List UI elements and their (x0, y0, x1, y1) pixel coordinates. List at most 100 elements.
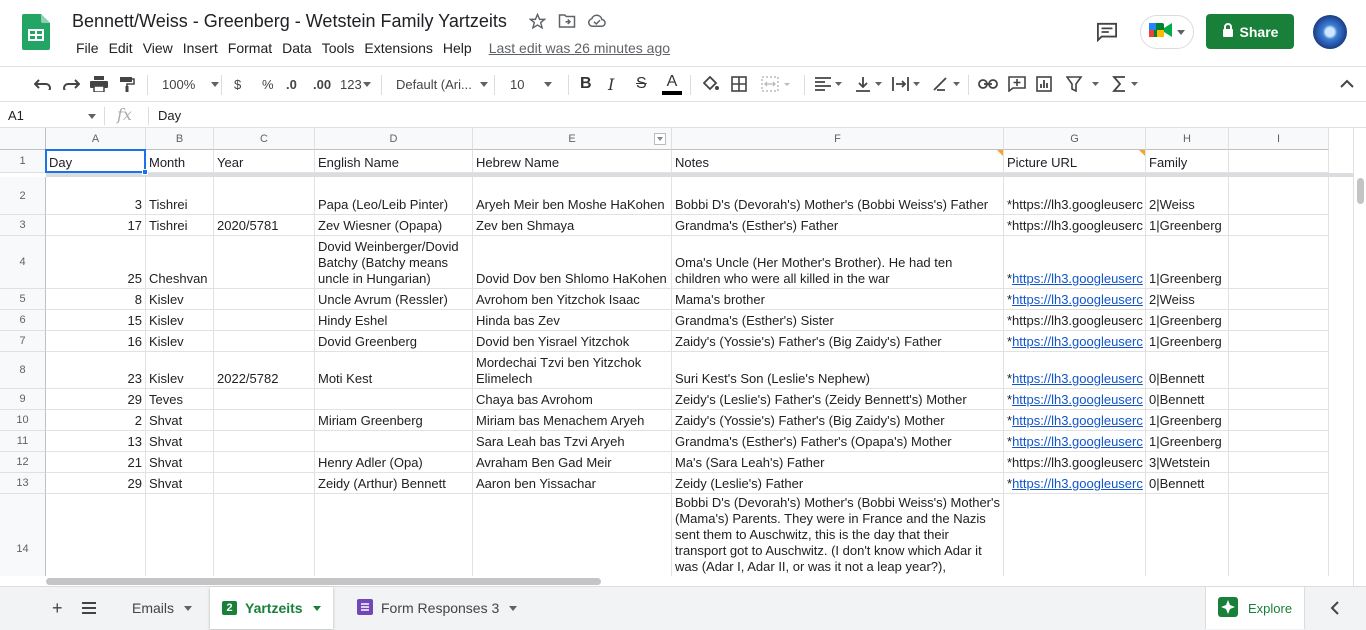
table-cell[interactable] (214, 473, 315, 494)
name-box-dropdown-icon[interactable] (88, 114, 96, 119)
table-cell[interactable]: 1|Greenberg (1146, 410, 1229, 431)
url-link[interactable]: https://lh3.googleuserc (1012, 371, 1143, 387)
row-header[interactable]: 10 (0, 410, 46, 431)
table-cell[interactable]: *https://lh3.googleuserc (1004, 310, 1146, 331)
borders-icon[interactable] (731, 67, 747, 101)
table-cell[interactable]: 0|Bennett (1146, 473, 1229, 494)
font-select[interactable]: Default (Ari... (396, 67, 488, 101)
table-cell[interactable]: *https://lh3.googleuserc (1004, 452, 1146, 473)
table-cell[interactable]: 21 (46, 452, 146, 473)
table-cell[interactable] (214, 310, 315, 331)
bold-button[interactable]: B (580, 67, 592, 101)
table-cell[interactable] (214, 431, 315, 452)
filter-dropdown-icon[interactable] (654, 133, 666, 145)
paint-format-icon[interactable] (119, 67, 135, 101)
table-cell[interactable]: 0|Bennett (1146, 389, 1229, 410)
table-cell[interactable]: Cheshvan (146, 236, 214, 289)
column-header-i[interactable]: I (1229, 128, 1329, 150)
table-cell[interactable] (1229, 452, 1329, 473)
table-cell[interactable]: Zaidy's (Yossie's) Father's (Big Zaidy's… (672, 331, 1004, 352)
table-cell[interactable]: Ma's (Sara Leah's) Father (672, 452, 1004, 473)
insert-comment-icon[interactable] (1008, 67, 1026, 101)
table-cell[interactable]: Zeidy's (Leslie's) Father's (Zeidy Benne… (672, 389, 1004, 410)
table-cell[interactable] (1229, 236, 1329, 289)
table-cell[interactable] (1229, 289, 1329, 310)
table-cell[interactable] (46, 494, 146, 576)
table-cell[interactable] (1229, 331, 1329, 352)
collapse-menus-icon[interactable] (1340, 67, 1354, 101)
table-cell[interactable]: Henry Adler (Opa) (315, 452, 473, 473)
table-cell[interactable]: 1|Greenberg (1146, 215, 1229, 236)
table-cell[interactable]: *https://lh3.googleuserc (1004, 289, 1146, 310)
menu-tools[interactable]: Tools (317, 39, 360, 57)
table-cell[interactable] (1229, 310, 1329, 331)
horizontal-align-icon[interactable] (815, 67, 843, 101)
column-header-h[interactable]: H (1146, 128, 1229, 150)
table-cell[interactable] (315, 389, 473, 410)
table-cell[interactable]: Zev ben Shmaya (473, 215, 672, 236)
select-all-corner[interactable] (0, 128, 46, 150)
table-cell[interactable]: Avraham Ben Gad Meir (473, 452, 672, 473)
url-link[interactable]: https://lh3.googleuserc (1012, 434, 1143, 450)
sheet-tab-form-responses-3[interactable]: Form Responses 3 (345, 587, 529, 629)
table-cell[interactable]: Hinda bas Zev (473, 310, 672, 331)
table-cell[interactable] (1229, 431, 1329, 452)
table-cell[interactable]: Dovid Dov ben Shlomo HaKohen (473, 236, 672, 289)
table-cell[interactable]: *https://lh3.googleuserc (1004, 215, 1146, 236)
currency-format-button[interactable]: $ (234, 67, 241, 101)
account-avatar[interactable] (1313, 15, 1347, 49)
table-cell[interactable]: Grandma's (Esther's) Sister (672, 310, 1004, 331)
table-cell[interactable]: Aaron ben Yissachar (473, 473, 672, 494)
row-header[interactable]: 5 (0, 289, 46, 310)
table-cell[interactable]: 17 (46, 215, 146, 236)
percent-format-button[interactable]: % (262, 67, 274, 101)
zoom-select[interactable]: 100% (162, 67, 220, 101)
url-link[interactable]: https://lh3.googleuserc (1012, 292, 1143, 308)
formula-input[interactable]: Day (158, 108, 181, 123)
table-cell[interactable] (1229, 410, 1329, 431)
table-cell[interactable]: Oma's Uncle (Her Mother's Brother). He h… (672, 236, 1004, 289)
horizontal-scrollbar[interactable] (46, 576, 1353, 586)
row-header[interactable]: 9 (0, 389, 46, 410)
url-link[interactable]: https://lh3.googleuserc (1012, 413, 1143, 429)
menu-edit[interactable]: Edit (104, 39, 138, 57)
insert-chart-icon[interactable] (1036, 67, 1052, 101)
column-header-g[interactable]: G (1004, 128, 1146, 150)
table-cell[interactable]: 2022/5782 (214, 352, 315, 389)
table-cell[interactable] (1229, 352, 1329, 389)
move-folder-icon[interactable] (558, 12, 576, 30)
header-cell[interactable] (1229, 150, 1329, 173)
table-cell[interactable]: 1|Greenberg (1146, 331, 1229, 352)
all-sheets-icon[interactable] (70, 587, 108, 629)
table-cell[interactable]: Uncle Avrum (Ressler) (315, 289, 473, 310)
header-cell[interactable]: Hebrew Name (473, 150, 672, 173)
table-cell[interactable]: 8 (46, 289, 146, 310)
sheets-logo-icon[interactable] (22, 14, 50, 50)
table-cell[interactable]: Dovid Greenberg (315, 331, 473, 352)
table-cell[interactable]: 1|Greenberg (1146, 431, 1229, 452)
table-cell[interactable]: Papa (Leo/Leib Pinter) (315, 177, 473, 215)
table-cell[interactable]: Mordechai Tzvi ben Yitzchok Elimelech (473, 352, 672, 389)
filter-icon[interactable] (1066, 67, 1104, 101)
table-cell[interactable] (1004, 494, 1146, 576)
table-cell[interactable]: *https://lh3.googleuserc (1004, 177, 1146, 215)
redo-icon[interactable] (62, 67, 80, 101)
meet-button[interactable] (1140, 15, 1194, 49)
table-cell[interactable]: 15 (46, 310, 146, 331)
table-cell[interactable]: Kislev (146, 331, 214, 352)
table-cell[interactable]: 13 (46, 431, 146, 452)
menu-format[interactable]: Format (223, 39, 277, 57)
table-cell[interactable]: 16 (46, 331, 146, 352)
table-cell[interactable]: 2|Weiss (1146, 177, 1229, 215)
table-cell[interactable]: 25 (46, 236, 146, 289)
table-cell[interactable]: *https://lh3.googleuserc (1004, 431, 1146, 452)
table-cell[interactable]: Kislev (146, 310, 214, 331)
table-cell[interactable]: Moti Kest (315, 352, 473, 389)
insert-link-icon[interactable] (978, 67, 998, 101)
sheet-tab-yartzeits[interactable]: 2 Yartzeits (210, 587, 333, 629)
table-cell[interactable] (214, 177, 315, 215)
table-cell[interactable]: Shvat (146, 410, 214, 431)
strikethrough-button[interactable]: S (636, 67, 647, 101)
table-cell[interactable]: Zeide Yiztchak Isaac & (315, 494, 473, 576)
column-header-a[interactable]: A (46, 128, 146, 150)
